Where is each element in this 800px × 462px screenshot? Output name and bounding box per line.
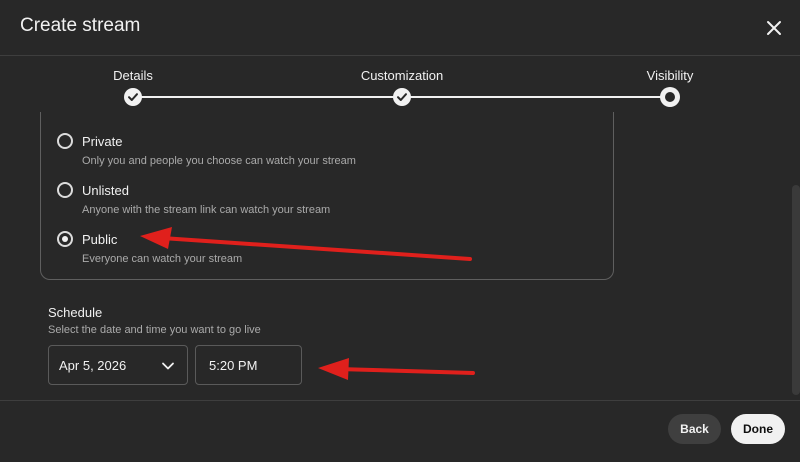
footer-divider	[0, 400, 800, 401]
step-visibility-label: Visibility	[646, 68, 694, 83]
public-radio[interactable]	[57, 231, 73, 247]
back-button[interactable]: Back	[668, 414, 721, 444]
checkmark-icon	[397, 93, 407, 101]
public-description: Everyone can watch your stream	[82, 253, 243, 265]
unlisted-radio[interactable]	[57, 182, 73, 198]
content-scrollbar[interactable]	[792, 185, 800, 395]
private-radio[interactable]	[57, 133, 73, 149]
private-label: Private	[82, 134, 123, 149]
unlisted-description: Anyone with the stream link can watch yo…	[82, 204, 331, 216]
schedule-time-value: 5:20 PM	[209, 358, 258, 373]
step-details-label: Details	[113, 68, 153, 83]
step-details-dot[interactable]	[124, 88, 142, 106]
step-visibility-dot[interactable]	[660, 87, 680, 107]
schedule-description: Select the date and time you want to go …	[48, 324, 261, 336]
step-customization-label: Customization	[360, 68, 444, 83]
schedule-title: Schedule	[48, 305, 103, 320]
dialog-title: Create stream	[20, 15, 141, 36]
schedule-date-value: Apr 5, 2026	[59, 358, 127, 373]
private-description: Only you and people you choose can watch…	[82, 155, 356, 167]
unlisted-label: Unlisted	[82, 183, 129, 198]
current-step-indicator	[665, 92, 675, 102]
step-customization-dot[interactable]	[393, 88, 411, 106]
create-stream-dialog: Create stream Details Customization Visi…	[0, 0, 800, 462]
public-label: Public	[82, 232, 118, 247]
schedule-date-select[interactable]: Apr 5, 2026	[48, 345, 188, 385]
header-divider	[0, 55, 800, 56]
schedule-time-field[interactable]: 5:20 PM	[195, 345, 302, 385]
chevron-down-icon	[162, 362, 174, 370]
close-icon[interactable]	[763, 17, 785, 39]
done-button[interactable]: Done	[731, 414, 785, 444]
checkmark-icon	[128, 93, 138, 101]
arrow-to-time-icon	[318, 358, 475, 380]
